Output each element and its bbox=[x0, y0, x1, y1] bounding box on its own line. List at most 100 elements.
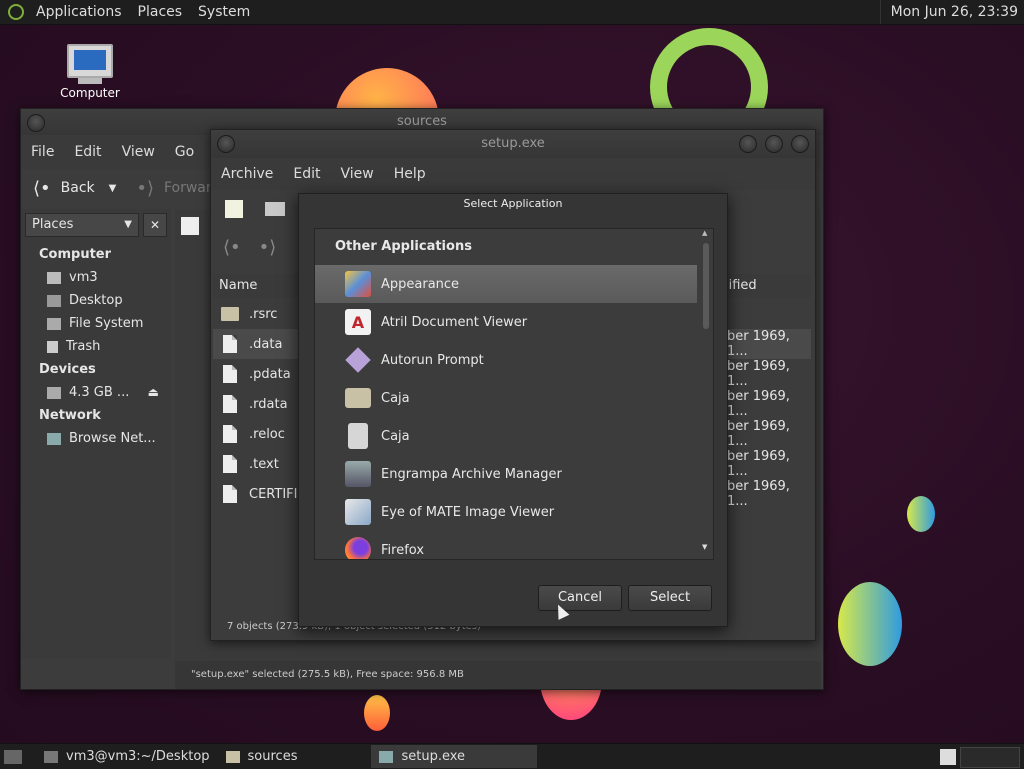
app-item-caja-cabinet[interactable]: Caja bbox=[315, 417, 697, 455]
column-name-label: Name bbox=[219, 278, 258, 293]
sidebar-heading-network: Network bbox=[39, 408, 101, 423]
sidebar-item-filesystem[interactable]: File System bbox=[21, 312, 171, 335]
app-label: Caja bbox=[381, 390, 410, 406]
chevron-down-icon: ▼ bbox=[124, 219, 132, 230]
sidebar-item-label: Trash bbox=[66, 339, 101, 354]
archive-menu-edit[interactable]: Edit bbox=[283, 166, 330, 182]
sidebar-heading-computer: Computer bbox=[39, 247, 112, 262]
caja-menu-view[interactable]: View bbox=[112, 144, 165, 160]
menu-system[interactable]: System bbox=[190, 4, 258, 20]
file-modified: ber 1969, 1... bbox=[727, 449, 790, 479]
file-modified: ber 1969, 1... bbox=[727, 389, 790, 419]
app-item-atril[interactable]: A Atril Document Viewer bbox=[315, 303, 697, 341]
menu-places[interactable]: Places bbox=[130, 4, 191, 20]
archive-menu-help[interactable]: Help bbox=[384, 166, 436, 182]
sidebar-item-desktop[interactable]: Desktop bbox=[21, 289, 171, 312]
app-section-header: Other Applications bbox=[335, 239, 472, 254]
background-blob bbox=[364, 695, 390, 731]
task-sources[interactable]: sources bbox=[218, 745, 306, 768]
archive-manager-icon bbox=[379, 750, 394, 763]
open-archive-icon[interactable] bbox=[265, 202, 285, 216]
sidebar-item-vm3[interactable]: vm3 bbox=[21, 266, 171, 289]
trash-icon bbox=[47, 340, 58, 353]
scroll-down-icon[interactable]: ▼ bbox=[702, 543, 707, 551]
clock[interactable]: Mon Jun 26, 23:39 bbox=[879, 0, 1024, 24]
background-blob bbox=[907, 496, 935, 532]
forward-arrow-icon[interactable]: •⟩ bbox=[259, 237, 277, 258]
cancel-button[interactable]: Cancel bbox=[538, 585, 622, 611]
dialog-title[interactable]: Select Application bbox=[299, 194, 727, 214]
app-label: Atril Document Viewer bbox=[381, 314, 528, 330]
caja-menu-go[interactable]: Go bbox=[165, 144, 204, 160]
bottom-taskbar: vm3@vm3:~/Desktop sources setup.exe bbox=[0, 743, 1024, 769]
file-name: .data bbox=[249, 336, 283, 352]
edit-location-icon[interactable] bbox=[181, 217, 199, 235]
folder-icon bbox=[345, 388, 371, 408]
sidebar-item-trash[interactable]: Trash bbox=[21, 335, 171, 358]
drive-icon bbox=[47, 386, 61, 399]
app-item-engrampa[interactable]: Engrampa Archive Manager bbox=[315, 455, 697, 493]
close-sidebar-button[interactable]: ✕ bbox=[143, 213, 167, 237]
menu-applications[interactable]: Applications bbox=[28, 4, 130, 20]
file-icon bbox=[223, 365, 237, 383]
workspace-switcher-icon[interactable] bbox=[940, 749, 956, 765]
computer-desktop-icon[interactable]: Computer bbox=[52, 44, 128, 100]
file-icon bbox=[223, 455, 237, 473]
sidebar-item-label: File System bbox=[69, 316, 144, 331]
top-panel: Applications Places System Mon Jun 26, 2… bbox=[0, 0, 1024, 25]
places-label: Places bbox=[32, 217, 74, 232]
file-name: .reloc bbox=[249, 426, 285, 442]
file-modified: ber 1969, 1... bbox=[727, 479, 790, 509]
new-archive-icon[interactable] bbox=[225, 200, 243, 218]
places-dropdown[interactable]: Places ▼ bbox=[25, 213, 139, 237]
app-item-firefox[interactable]: Firefox bbox=[315, 531, 697, 559]
forward-label: Forwar bbox=[163, 180, 212, 196]
app-item-eom[interactable]: Eye of MATE Image Viewer bbox=[315, 493, 697, 531]
sidebar-item-device[interactable]: 4.3 GB ... ⏏ bbox=[21, 381, 171, 404]
caja-menu-edit[interactable]: Edit bbox=[64, 144, 111, 160]
sidebar-heading-devices: Devices bbox=[39, 362, 96, 377]
caja-menu-file[interactable]: File bbox=[21, 144, 64, 160]
appearance-icon bbox=[345, 271, 371, 297]
scroll-up-icon[interactable]: ▲ bbox=[702, 229, 707, 237]
task-setup-exe[interactable]: setup.exe bbox=[371, 745, 538, 768]
maximize-button[interactable] bbox=[765, 135, 783, 153]
app-label: Autorun Prompt bbox=[381, 352, 484, 368]
close-button[interactable] bbox=[791, 135, 809, 153]
app-item-appearance[interactable]: Appearance bbox=[315, 265, 697, 303]
back-button[interactable]: ⟨• Back ▼ bbox=[21, 178, 116, 199]
archive-titlebar[interactable]: setup.exe bbox=[211, 130, 815, 158]
archive-menu-view[interactable]: View bbox=[331, 166, 384, 182]
app-item-caja[interactable]: Caja bbox=[315, 379, 697, 417]
app-label: Engrampa Archive Manager bbox=[381, 466, 562, 482]
window-menu-button[interactable] bbox=[217, 135, 235, 153]
scroll-thumb[interactable] bbox=[703, 243, 709, 329]
network-icon bbox=[47, 432, 61, 445]
filesystem-icon bbox=[47, 317, 61, 330]
sidebar-item-label: 4.3 GB ... bbox=[69, 385, 130, 400]
image-viewer-icon bbox=[345, 499, 371, 525]
back-arrow-icon: ⟨• bbox=[33, 177, 51, 199]
app-list-scrollbar[interactable]: ▲ ▼ bbox=[701, 229, 711, 553]
computer-icon-label: Computer bbox=[60, 86, 120, 100]
eject-icon[interactable]: ⏏ bbox=[148, 381, 159, 404]
select-button[interactable]: Select bbox=[628, 585, 712, 611]
show-desktop-icon[interactable] bbox=[4, 749, 22, 764]
archive-menu-archive[interactable]: Archive bbox=[211, 166, 283, 182]
back-arrow-icon[interactable]: ⟨• bbox=[223, 237, 241, 258]
sidebar-item-browse-network[interactable]: Browse Net... bbox=[21, 427, 171, 450]
task-terminal[interactable]: vm3@vm3:~/Desktop bbox=[36, 745, 218, 768]
file-name: .rdata bbox=[249, 396, 288, 412]
file-modified: ber 1969, 1... bbox=[727, 419, 790, 449]
forward-button[interactable]: •⟩ Forwar bbox=[116, 178, 211, 199]
task-label: setup.exe bbox=[401, 749, 466, 764]
caja-statusbar: "setup.exe" selected (275.5 kB), Free sp… bbox=[175, 661, 821, 689]
file-name: .pdata bbox=[249, 366, 291, 382]
app-item-autorun[interactable]: Autorun Prompt bbox=[315, 341, 697, 379]
minimize-button[interactable] bbox=[739, 135, 757, 153]
folder-icon bbox=[225, 750, 240, 763]
workspace-switcher[interactable] bbox=[960, 747, 1020, 768]
folder-icon bbox=[221, 307, 239, 321]
terminal-icon bbox=[44, 750, 58, 763]
window-menu-button[interactable] bbox=[27, 114, 45, 132]
